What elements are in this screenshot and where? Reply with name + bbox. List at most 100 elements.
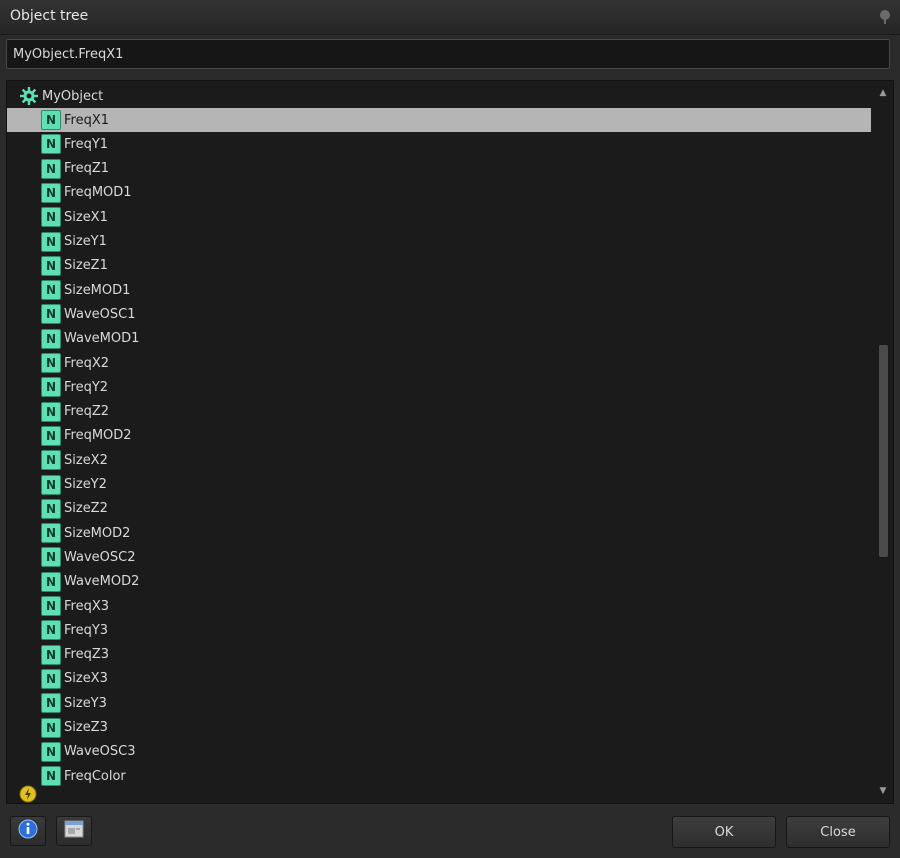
tree-item-label: FreqZ1 xyxy=(64,161,110,177)
window-button[interactable] xyxy=(56,816,92,846)
tree-item[interactable]: N FreqY1 xyxy=(7,132,871,156)
tree-item-label: FreqX2 xyxy=(64,355,110,371)
window-icon xyxy=(64,820,84,842)
info-icon xyxy=(18,819,38,843)
tree-item-label: SizeY1 xyxy=(64,234,107,249)
tree-item[interactable]: N FreqMOD2 xyxy=(7,424,871,448)
lightning-icon xyxy=(19,785,37,803)
node-n-icon: N xyxy=(41,547,61,568)
tree-item[interactable]: N FreqY2 xyxy=(7,375,871,399)
tree-item[interactable]: N FreqMOD1 xyxy=(7,181,871,205)
tree-item-label: SizeY3 xyxy=(64,695,107,711)
tree-scrollbar[interactable]: ▲ ▼ xyxy=(873,81,893,803)
node-n-icon: N xyxy=(41,280,61,301)
node-n-icon: N xyxy=(41,741,61,762)
tree-item[interactable]: N FreqX2 xyxy=(7,351,871,375)
tree-item[interactable]: N WaveOSC2 xyxy=(7,545,871,569)
tree-item[interactable]: N FreqX3 xyxy=(7,594,871,618)
node-n-icon: N xyxy=(41,255,61,276)
tree-item-label: FreqY3 xyxy=(64,622,109,638)
tree-item[interactable]: N SizeX1 xyxy=(7,205,871,229)
info-button[interactable] xyxy=(10,816,46,846)
tree-item-label: FreqColor xyxy=(64,768,126,784)
tree-item[interactable]: N SizeY2 xyxy=(7,473,871,497)
node-n-icon: N xyxy=(41,596,61,616)
tree-item-label: SizeMOD2 xyxy=(64,525,131,541)
ok-button[interactable]: OK xyxy=(672,816,776,848)
tree-item-label: SizeMOD1 xyxy=(64,282,131,298)
node-n-icon: N xyxy=(41,571,61,592)
tree-item-label: FreqZ3 xyxy=(64,647,110,663)
node-n-icon: N xyxy=(41,328,61,349)
node-n-icon: N xyxy=(41,110,61,130)
tree-list: MyObject N FreqX1 N FreqY1 N FreqZ1 N FreqMOD1 N… xyxy=(7,81,873,803)
gear-icon xyxy=(19,86,39,106)
node-n-icon: N xyxy=(41,498,61,519)
tree-item-label: FreqMOD2 xyxy=(64,428,132,444)
tree-item[interactable]: N FreqZ2 xyxy=(7,400,871,424)
node-n-icon: N xyxy=(41,182,61,203)
node-n-icon: N xyxy=(41,377,61,398)
tree-item[interactable]: N SizeMOD2 xyxy=(7,521,871,545)
tree-item[interactable]: N SizeY1 xyxy=(7,230,871,254)
node-n-icon: N xyxy=(41,474,61,495)
tree-item[interactable]: N FreqY3 xyxy=(7,618,871,642)
node-n-icon: N xyxy=(41,207,61,228)
tree-item-label: SizeZ2 xyxy=(64,501,108,517)
tree-item[interactable]: N SizeX3 xyxy=(7,667,871,691)
node-n-icon: N xyxy=(41,523,61,544)
dialog-footer: OK Close xyxy=(0,806,900,858)
tree-item[interactable]: N WaveMOD1 xyxy=(7,327,871,351)
tree-item[interactable]: N SizeMOD1 xyxy=(7,278,871,302)
tree-item-label: WaveOSC2 xyxy=(64,549,136,565)
tree-item[interactable]: N WaveMOD2 xyxy=(7,570,871,594)
tree-item[interactable]: N WaveOSC3 xyxy=(7,740,871,764)
object-path-input[interactable] xyxy=(6,39,890,69)
node-n-icon: N xyxy=(41,401,61,422)
tree-item-label: FreqMOD1 xyxy=(64,185,132,201)
tree-item-label: WaveOSC1 xyxy=(64,306,136,322)
node-n-icon: N xyxy=(41,620,61,641)
tree-item[interactable]: N SizeX2 xyxy=(7,448,871,472)
tree-item-label: FreqX1 xyxy=(64,112,110,128)
tree-item[interactable]: N SizeZ3 xyxy=(7,716,871,740)
scroll-down-arrow-icon[interactable]: ▼ xyxy=(877,785,889,797)
tree-root-item[interactable]: MyObject xyxy=(7,84,871,108)
tree-item-label: FreqX3 xyxy=(64,598,110,614)
node-n-icon: N xyxy=(41,304,61,325)
tree-item[interactable]: N FreqZ1 xyxy=(7,157,871,181)
tree-item-label: FreqZ2 xyxy=(64,404,110,420)
tree-item-label: SizeZ3 xyxy=(64,720,108,735)
node-n-icon: N xyxy=(41,717,61,738)
node-n-icon: N xyxy=(41,231,61,252)
close-button[interactable]: Close xyxy=(786,816,890,848)
pin-icon[interactable] xyxy=(878,9,892,25)
tree-item[interactable]: N SizeZ1 xyxy=(7,254,871,278)
node-n-icon: N xyxy=(41,353,61,373)
scroll-up-arrow-icon[interactable]: ▲ xyxy=(877,87,889,99)
node-n-icon: N xyxy=(41,644,61,665)
tree-item-label: WaveMOD1 xyxy=(64,331,140,347)
tree-extra-item[interactable] xyxy=(7,784,871,803)
node-n-icon: N xyxy=(41,693,61,714)
tree-item-label: FreqY2 xyxy=(64,379,109,395)
node-n-icon: N xyxy=(41,450,61,471)
tree-item-label: WaveOSC3 xyxy=(64,744,136,760)
node-n-icon: N xyxy=(41,668,61,689)
node-n-icon: N xyxy=(41,134,61,155)
tree-item[interactable]: N WaveOSC1 xyxy=(7,302,871,326)
tree-item[interactable]: N SizeZ2 xyxy=(7,497,871,521)
tree-item[interactable]: N FreqZ3 xyxy=(7,643,871,667)
tree-root-label: MyObject xyxy=(42,88,104,104)
tree-item[interactable]: N FreqX1 xyxy=(7,108,871,132)
scroll-thumb[interactable] xyxy=(879,345,888,557)
tree-item-label: FreqY1 xyxy=(64,136,109,152)
node-n-icon: N xyxy=(41,158,61,179)
title-bar[interactable]: Object tree xyxy=(0,0,900,35)
tree-item[interactable]: N SizeY3 xyxy=(7,691,871,715)
tree-item-label: SizeY2 xyxy=(64,477,107,492)
tree-item-label: SizeX3 xyxy=(64,671,108,687)
tree-item-label: SizeX1 xyxy=(64,209,108,225)
dialog-title: Object tree xyxy=(10,8,89,24)
tree-item-label: WaveMOD2 xyxy=(64,574,140,590)
